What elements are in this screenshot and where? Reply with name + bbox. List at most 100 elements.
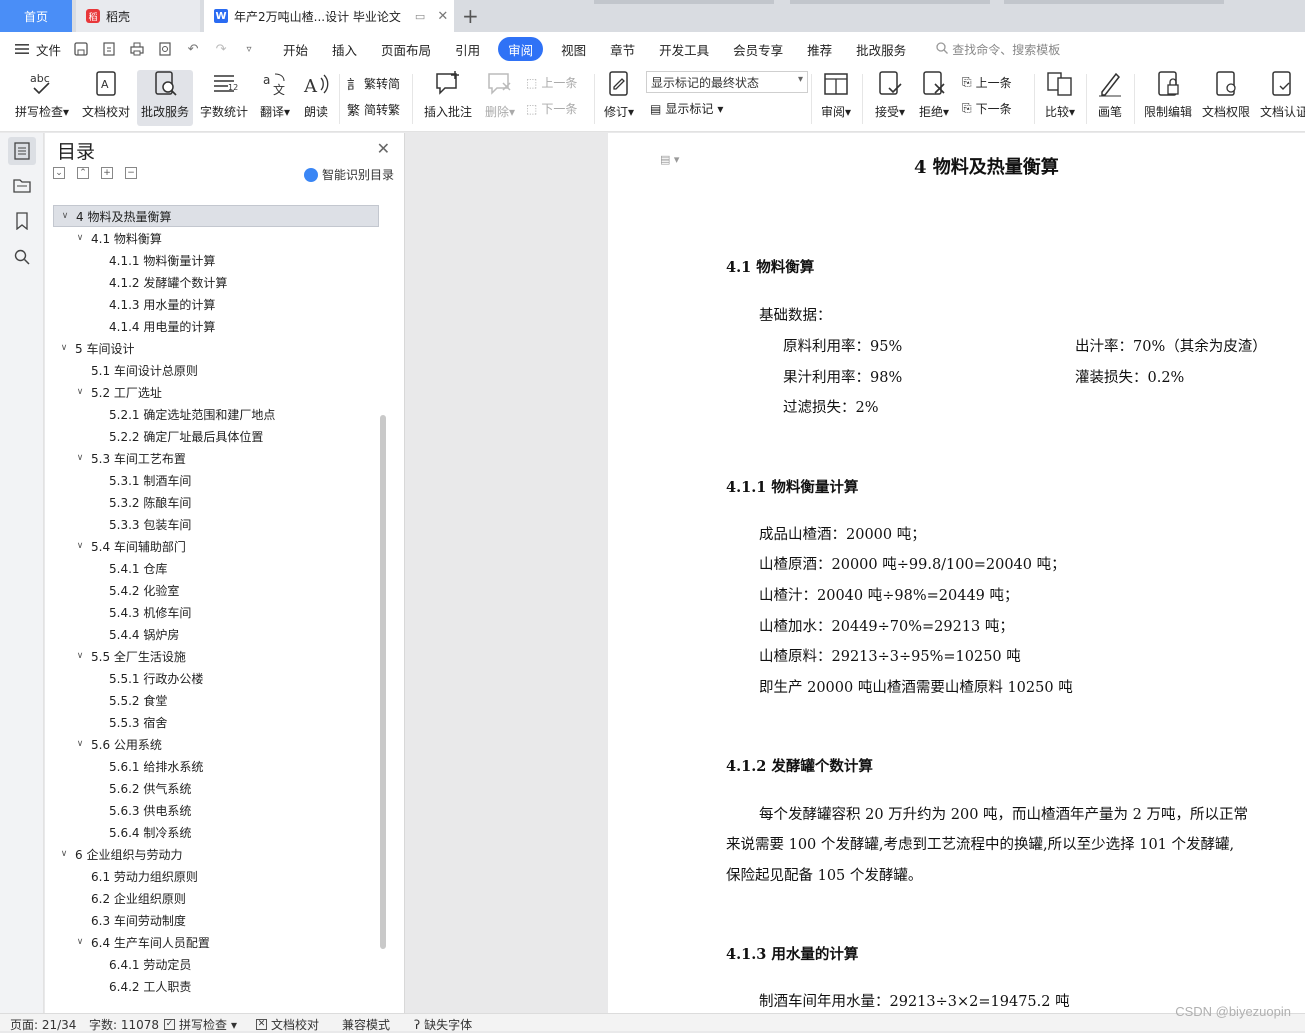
chevron-down-icon[interactable]: ∨ (73, 387, 87, 397)
show-markup-button[interactable]: ▤ 显示标记 ▾ (650, 100, 723, 117)
tab-docer[interactable]: 稻 稻壳 (76, 0, 200, 32)
page-indicator[interactable]: 页面: 21/34 (10, 1016, 76, 1033)
restrict-edit-button[interactable]: 限制编辑 (1140, 70, 1196, 126)
toc-item[interactable]: 5.6.2 供气系统 (53, 777, 379, 799)
trad-to-simp-button[interactable]: 訁 繁转简 (347, 74, 400, 93)
tab-8[interactable]: 会员专享 (721, 37, 795, 61)
tab-6[interactable]: 章节 (598, 37, 647, 61)
file-menu[interactable]: 文件 (36, 40, 61, 59)
collapse-all-icon[interactable]: ⌄ (53, 167, 65, 179)
toc-item[interactable]: 5.1 车间设计总原则 (53, 359, 379, 381)
chevron-down-icon[interactable]: ∨ (73, 541, 87, 551)
reject-button[interactable]: 拒绝▾ (914, 70, 954, 126)
markup-state-select[interactable]: 显示标记的最终状态 ▾ (646, 71, 808, 93)
toc-item[interactable]: ∨ 4.1 物料衡算 (53, 227, 379, 249)
track-changes-button[interactable]: 修订▾ (600, 70, 638, 126)
tab-1[interactable]: 插入 (320, 37, 369, 61)
word-count-indicator[interactable]: 字数: 11078 (89, 1016, 159, 1033)
toc-item[interactable]: 5.3.3 包装车间 (53, 513, 379, 535)
redo-icon[interactable]: ↷ (213, 41, 229, 57)
toc-item[interactable]: ∨ 5 车间设计 (53, 337, 379, 359)
bookmark-icon[interactable] (8, 207, 36, 235)
toc-item[interactable]: 5.5.3 宿舍 (53, 711, 379, 733)
spell-check-toggle[interactable]: ✓ 拼写检查 ▾ (164, 1016, 237, 1033)
smart-toc-button[interactable]: 智能识别目录 (303, 166, 394, 183)
tab-2[interactable]: 页面布局 (369, 37, 443, 61)
prev-change-button[interactable]: ⎘ 上一条 (962, 74, 1012, 91)
chevron-down-icon[interactable]: ∨ (57, 849, 71, 859)
toc-item[interactable]: 4.1.1 物料衡量计算 (53, 249, 379, 271)
prev-comment-button[interactable]: ⬚ 上一条 (526, 74, 577, 91)
toc-item[interactable]: ∨ 5.6 公用系统 (53, 733, 379, 755)
toc-item[interactable]: 5.4.4 锅炉房 (53, 623, 379, 645)
toc-item[interactable]: 6.4.2 工人职责 (53, 975, 379, 997)
toc-item[interactable]: ∨ 4 物料及热量衡算 (53, 205, 379, 227)
page-menu-icon[interactable]: ▤ ▾ (660, 153, 679, 166)
chevron-down-icon[interactable]: ∨ (73, 739, 87, 749)
delete-comment-button[interactable]: 删除▾ (480, 70, 520, 126)
doc-permission-button[interactable]: 文档权限 (1200, 70, 1252, 126)
toc-item[interactable]: ∨ 6.4 生产车间人员配置 (53, 931, 379, 953)
print-preview-icon[interactable] (157, 41, 173, 57)
proofread-toggle[interactable]: ✕ 文档校对 (256, 1016, 319, 1033)
tab-3[interactable]: 引用 (443, 37, 492, 61)
customize-dropdown-icon[interactable]: ▿ (241, 41, 257, 57)
tab-10[interactable]: 批改服务 (844, 37, 918, 61)
toc-item[interactable]: ∨ 5.2 工厂选址 (53, 381, 379, 403)
chevron-down-icon[interactable]: ∨ (73, 651, 87, 661)
print-icon[interactable] (129, 41, 145, 57)
chevron-down-icon[interactable]: ∨ (73, 233, 87, 243)
add-heading-icon[interactable]: + (101, 167, 113, 179)
toc-item[interactable]: 5.5.1 行政办公楼 (53, 667, 379, 689)
save-icon[interactable] (73, 41, 89, 57)
toc-item[interactable]: 5.4.2 化验室 (53, 579, 379, 601)
toc-item[interactable]: 5.6.1 给排水系统 (53, 755, 379, 777)
toc-item[interactable]: ∨ 6 企业组织与劳动力 (53, 843, 379, 865)
compare-button[interactable]: 比较▾ (1040, 70, 1080, 126)
close-icon[interactable]: ✕ (377, 139, 390, 158)
accept-button[interactable]: 接受▾ (870, 70, 910, 126)
doc-certify-button[interactable]: 文档认证 (1256, 70, 1305, 126)
chevron-down-icon[interactable]: ∨ (73, 937, 87, 947)
insert-comment-button[interactable]: 插入批注 (420, 70, 476, 126)
toc-item[interactable]: 5.3.2 陈酿车间 (53, 491, 379, 513)
tab-4[interactable]: 审阅 (498, 37, 544, 61)
toc-item[interactable]: ∨ 5.3 车间工艺布置 (53, 447, 379, 469)
missing-font-button[interactable]: ʔ 缺失字体 (414, 1016, 472, 1033)
toc-item[interactable]: 5.6.3 供电系统 (53, 799, 379, 821)
toc-scrollbar[interactable] (380, 415, 386, 949)
search-icon[interactable] (8, 243, 36, 271)
toc-item[interactable]: 5.3.1 制酒车间 (53, 469, 379, 491)
pen-button[interactable]: 画笔 (1092, 70, 1128, 126)
toc-item[interactable]: 4.1.3 用水量的计算 (53, 293, 379, 315)
toc-item[interactable]: 5.2.1 确定选址范围和建厂地点 (53, 403, 379, 425)
tab-9[interactable]: 推荐 (795, 37, 844, 61)
chevron-down-icon[interactable]: ∨ (58, 211, 72, 221)
undo-icon[interactable]: ↶ (185, 41, 201, 57)
tab-7[interactable]: 开发工具 (647, 37, 721, 61)
document-page[interactable]: ▤ ▾ 4 物料及热量衡算 4.1 物料衡算 基础数据： 原料利用率：95% 出… (608, 133, 1305, 1013)
translate-button[interactable]: a文 翻译▾ (255, 70, 295, 126)
tab-document[interactable]: W 年产2万吨山楂...设计 毕业论文 ▭ ✕ (204, 0, 454, 32)
toc-panel-icon[interactable] (8, 137, 36, 165)
toc-item[interactable]: 4.1.2 发酵罐个数计算 (53, 271, 379, 293)
hamburger-icon[interactable] (14, 41, 30, 57)
command-search[interactable]: 查找命令、搜索模板 (936, 41, 1060, 58)
word-count-button[interactable]: 123 字数统计 (196, 70, 252, 126)
tab-5[interactable]: 视图 (549, 37, 598, 61)
toc-item[interactable]: 6.2 企业组织原则 (53, 887, 379, 909)
simp-to-trad-button[interactable]: 繁 简转繁 (347, 100, 400, 119)
review-pane-button[interactable]: 审阅▾ (816, 70, 856, 126)
monitor-icon[interactable]: ▭ (415, 10, 425, 23)
doc-proofread-button[interactable]: A 文档校对 (78, 70, 134, 126)
spell-check-button[interactable]: abc 拼写检查▾ (10, 70, 74, 126)
expand-level-icon[interactable]: ⌃ (77, 167, 89, 179)
toc-item[interactable]: 6.1 劳动力组织原则 (53, 865, 379, 887)
toc-item[interactable]: ∨ 5.4 车间辅助部门 (53, 535, 379, 557)
toc-item[interactable]: 6.4.1 劳动定员 (53, 953, 379, 975)
chevron-down-icon[interactable]: ∨ (73, 453, 87, 463)
close-tab-icon[interactable]: ✕ (437, 9, 448, 24)
tab-home[interactable]: 首页 (0, 0, 72, 32)
toc-item[interactable]: 6.3 车间劳动制度 (53, 909, 379, 931)
next-change-button[interactable]: ⎘ 下一条 (962, 100, 1012, 117)
